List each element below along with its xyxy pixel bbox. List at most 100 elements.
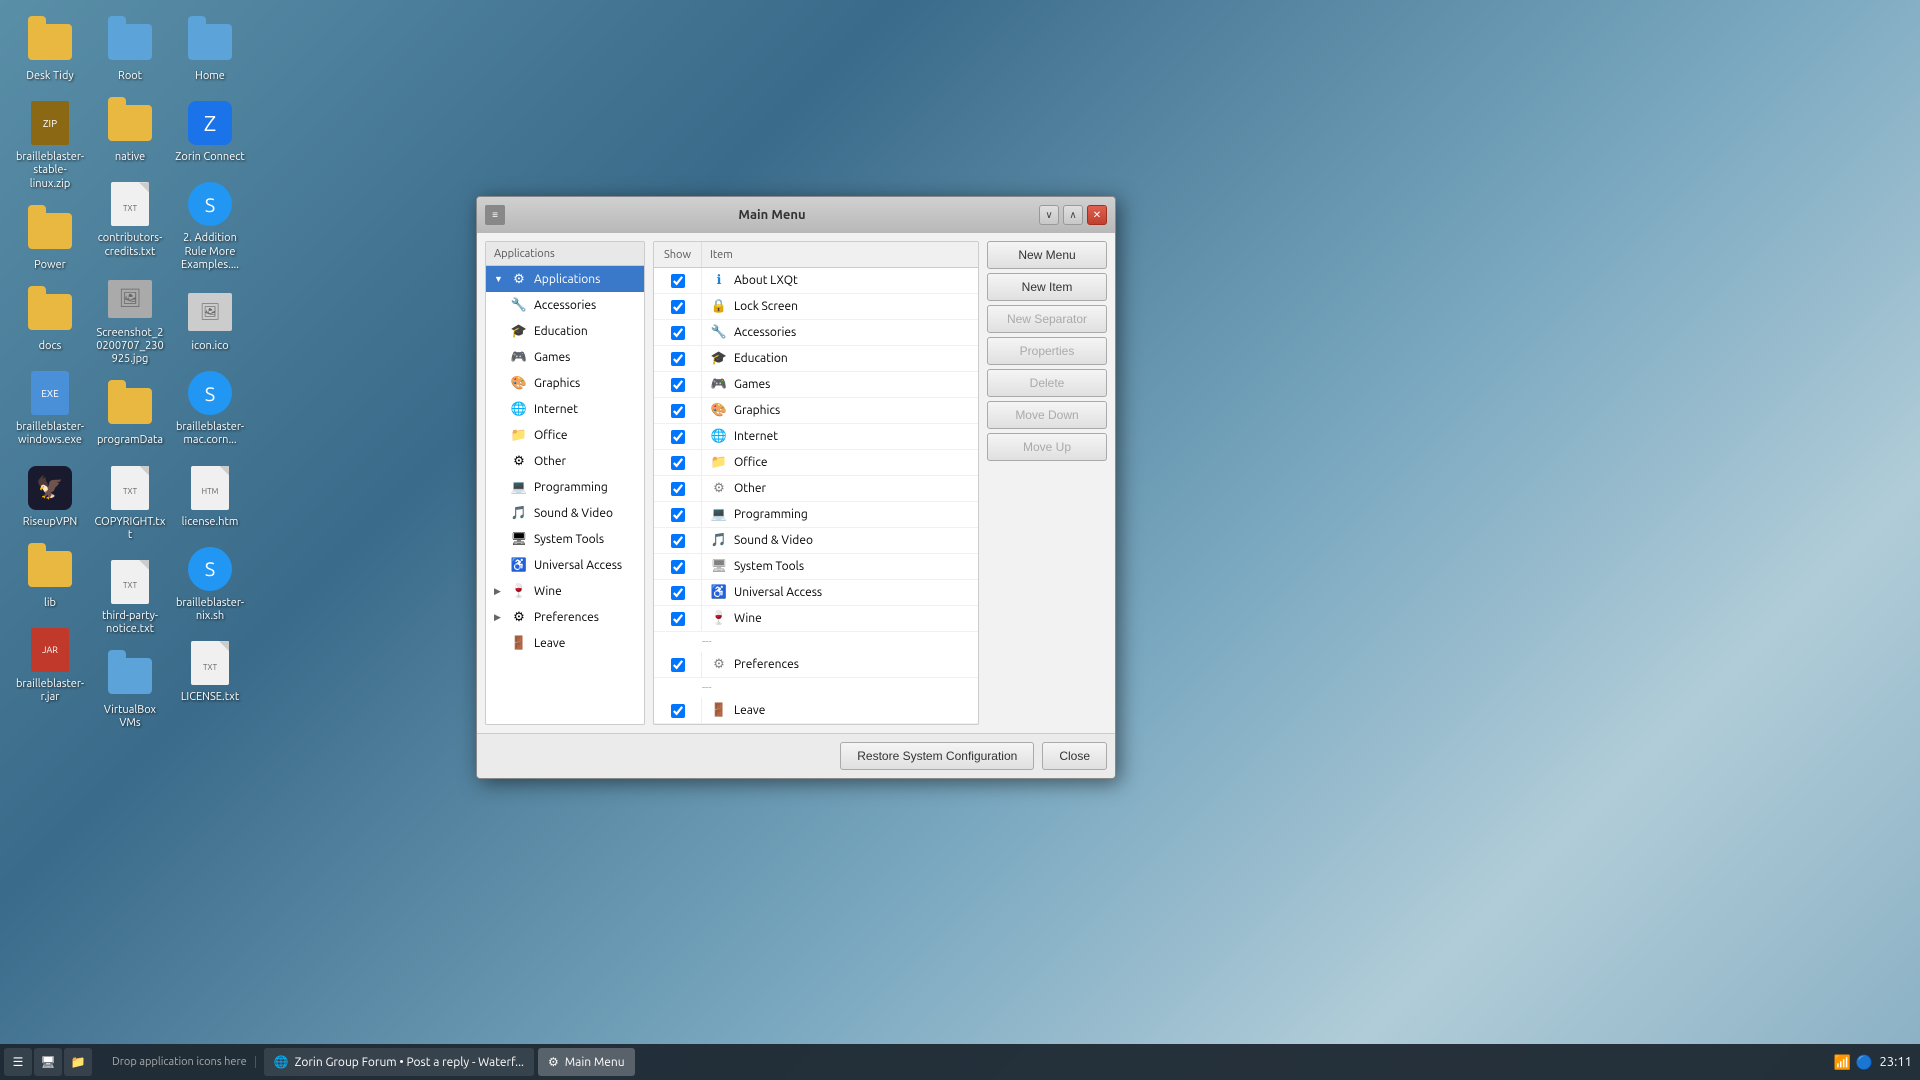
move-down-button[interactable]: Move Down [987,401,1107,429]
dialog-maximize-button[interactable]: ∧ [1063,205,1083,225]
sidebar-item-leave[interactable]: 🚪 Leave [486,630,644,656]
sidebar-item-games[interactable]: 🎮 Games [486,344,644,370]
sidebar-item-internet[interactable]: 🌐 Internet [486,396,644,422]
desktop-icon-brailleblaster-windows[interactable]: EXE brailleblaster-windows.exe [10,361,90,455]
sidebar-item-preferences[interactable]: ▶ ⚙ Preferences [486,604,644,630]
desktop-icon-copyright[interactable]: TXT COPYRIGHT.txt [90,456,170,550]
table-row: ⚙Other [654,476,978,502]
sidebar-item-universal-access[interactable]: ♿ Universal Access [486,552,644,578]
row-label-text: Sound & Video [734,534,813,547]
new-menu-button[interactable]: New Menu [987,241,1107,269]
row-checkbox-system-tools[interactable] [654,554,702,579]
restore-system-configuration-button[interactable]: Restore System Configuration [840,742,1034,770]
desktop-icon-icon-ico[interactable]: 🖼 icon.ico [170,280,250,361]
desktop-icon-label: Zorin Connect [175,151,244,164]
desktop-icon-zorin-connect[interactable]: Z Zorin Connect [170,91,250,172]
row-checkbox-office[interactable] [654,450,702,475]
taskbar-main-menu-item[interactable]: ⚙ Main Menu [538,1048,635,1076]
taskbar-browser-item[interactable]: 🌐 Zorin Group Forum • Post a reply - Wat… [264,1048,534,1076]
row-checkbox-games[interactable] [654,372,702,397]
sidebar-item-other[interactable]: ⚙ Other [486,448,644,474]
desktop-icon-label: RiseupVPN [23,516,78,529]
row-checkbox-programming[interactable] [654,502,702,527]
row-checkbox-education[interactable] [654,346,702,371]
row-checkbox-internet[interactable] [654,424,702,449]
table-row: 🎓Education [654,346,978,372]
row-checkbox-wine[interactable] [654,606,702,631]
desktop-icon-contributors[interactable]: TXT contributors-credits.txt [90,172,170,266]
row-checkbox-lock-screen[interactable] [654,294,702,319]
sidebar-item-wine[interactable]: ▶ 🍷 Wine [486,578,644,604]
main-menu-taskbar-icon: ⚙ [548,1055,559,1069]
taskbar-files-button[interactable]: 📁 [64,1048,92,1076]
desktop-icon-label: brailleblaster-mac.corn... [174,421,246,447]
sidebar-item-system-tools[interactable]: 🖥 System Tools [486,526,644,552]
row-label-text: Leave [734,704,765,717]
row-checkbox-accessories[interactable] [654,320,702,345]
sidebar-item-office[interactable]: 📁 Office [486,422,644,448]
properties-button[interactable]: Properties [987,337,1107,365]
delete-button[interactable]: Delete [987,369,1107,397]
games-icon: 🎮 [510,348,528,366]
table-row: 🎮Games [654,372,978,398]
row-checkbox-sound-video[interactable] [654,528,702,553]
desktop-icon-label: Desk Tidy [26,70,73,83]
new-item-button[interactable]: New Item [987,273,1107,301]
desktop-icon-native[interactable]: native [90,91,170,172]
taskbar-menu-button[interactable]: ☰ [4,1048,32,1076]
accessories-row-icon: 🔧 [710,324,728,342]
accessories-icon: 🔧 [510,296,528,314]
sidebar-item-accessories[interactable]: 🔧 Accessories [486,292,644,318]
drop-zone-label: Drop application icons here [104,1056,256,1068]
education-icon: 🎓 [510,322,528,340]
row-checkbox-about-lxqt[interactable] [654,268,702,293]
content-header: Show Item [654,242,978,268]
dialog-minimize-button[interactable]: ∨ [1039,205,1059,225]
taskbar-show-desktop-button[interactable]: 🖥 [34,1048,62,1076]
desktop-icon-screenshot[interactable]: 🖼 Screenshot_20200707_230925.jpg [90,267,170,375]
sidebar-item-sound-video[interactable]: 🎵 Sound & Video [486,500,644,526]
sidebar-item-applications[interactable]: ▼ ⚙ Applications [486,266,644,292]
office-icon: 📁 [510,426,528,444]
wifi-icon[interactable]: 📶 [1833,1053,1851,1071]
dialog-close-button[interactable]: ✕ [1087,205,1107,225]
sidebar-item-education[interactable]: 🎓 Education [486,318,644,344]
desktop-icon-label: third-party-notice.txt [94,610,166,636]
desktop-icon-license-txt[interactable]: TXT LICENSE.txt [170,631,250,712]
bluetooth-icon[interactable]: 🔵 [1855,1053,1873,1071]
desktop-icon-label: native [115,151,145,164]
desktop-icon-label: Power [34,259,66,272]
new-separator-button[interactable]: New Separator [987,305,1107,333]
desktop-icon-root[interactable]: Root [90,10,170,91]
row-checkbox-universal-access[interactable] [654,580,702,605]
desktop-icon-virtualboxvms[interactable]: VirtualBox VMs [90,644,170,738]
sidebar-item-label: Education [534,325,588,338]
desktop-icon-zip[interactable]: ZIP brailleblaster-stable-linux.zip [10,91,90,199]
desktop-icon-2addition[interactable]: S 2. Addition Rule More Examples.... [170,172,250,280]
graphics-icon: 🎨 [510,374,528,392]
col-item-header: Item [702,242,978,267]
desktop-icon-desk-tidy[interactable]: Desk Tidy [10,10,90,91]
desktop-icon-brailleblaster-nix[interactable]: S brailleblaster-nix.sh [170,537,250,631]
move-up-button[interactable]: Move Up [987,433,1107,461]
table-row: 🚪Leave [654,698,978,724]
row-checkbox-other[interactable] [654,476,702,501]
close-dialog-button[interactable]: Close [1042,742,1107,770]
desktop-icon-riseupvpn[interactable]: 🦅 RiseupVPN [10,456,90,537]
desktop-icon-power[interactable]: Power [10,199,90,280]
row-checkbox-graphics[interactable] [654,398,702,423]
sidebar-item-graphics[interactable]: 🎨 Graphics [486,370,644,396]
desktop-icon-programdata[interactable]: programData [90,374,170,455]
row-label-text: Preferences [734,658,799,671]
desktop-icon-brailleblaster-mac[interactable]: S brailleblaster-mac.corn... [170,361,250,455]
desktop-icon-jar[interactable]: JAR brailleblaster-r.jar [10,618,90,712]
internet-icon: 🌐 [510,400,528,418]
row-checkbox-preferences[interactable] [654,652,702,677]
row-checkbox-leave[interactable] [654,698,702,723]
desktop-icon-home[interactable]: Home [170,10,250,91]
desktop-icon-lib[interactable]: lib [10,537,90,618]
sidebar-item-programming[interactable]: 💻 Programming [486,474,644,500]
desktop-icon-license-htm[interactable]: HTM license.htm [170,456,250,537]
desktop-icon-docs[interactable]: docs [10,280,90,361]
desktop-icon-third-party[interactable]: TXT third-party-notice.txt [90,550,170,644]
